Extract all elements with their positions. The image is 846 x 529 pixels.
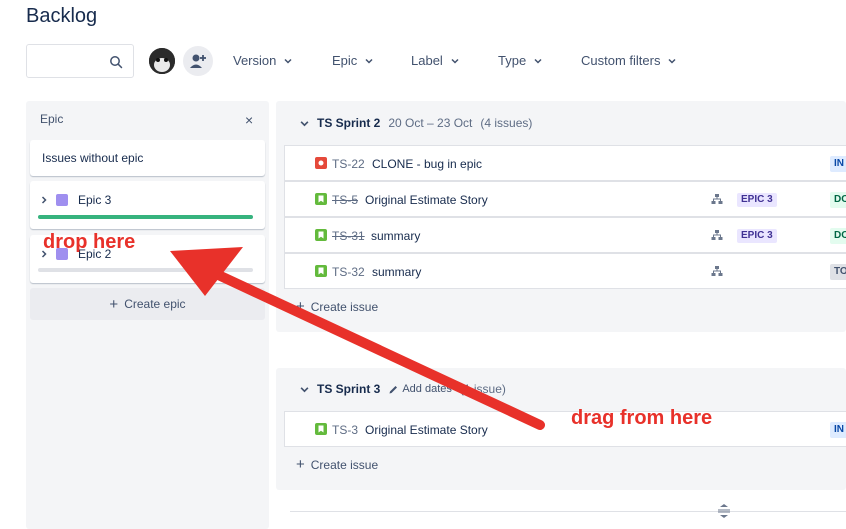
page-title: Backlog bbox=[26, 5, 98, 27]
issue-key[interactable]: TS-31 bbox=[332, 229, 365, 243]
chevron-down-icon bbox=[451, 58, 459, 64]
story-icon bbox=[315, 193, 327, 205]
epic-name: Epic 3 bbox=[78, 193, 112, 207]
divider bbox=[290, 511, 846, 512]
status-badge[interactable]: TO bbox=[830, 264, 846, 280]
sprint-name: TS Sprint 3 bbox=[317, 382, 381, 396]
chevron-down-icon bbox=[668, 58, 676, 64]
sprint-dates: 20 Oct – 23 Oct bbox=[388, 116, 473, 130]
chevron-right-icon[interactable] bbox=[40, 196, 48, 204]
status-badge[interactable]: DO bbox=[830, 192, 846, 208]
add-dates-label: Add dates bbox=[402, 383, 452, 395]
epic-panel-heading: Epic bbox=[40, 112, 64, 126]
issue-summary: summary bbox=[372, 265, 422, 279]
filter-label: Type bbox=[498, 53, 527, 68]
story-icon bbox=[315, 265, 327, 277]
create-epic-label: Create epic bbox=[124, 297, 186, 311]
epic-progress-bar bbox=[38, 215, 253, 219]
epic-lozenge[interactable]: EPIC 3 bbox=[737, 229, 777, 243]
issue-summary: CLONE - bug in epic bbox=[372, 157, 483, 171]
chevron-down-icon bbox=[534, 58, 542, 64]
issue-key[interactable]: TS-22 bbox=[332, 157, 365, 171]
plus-icon: + bbox=[296, 456, 305, 473]
drag-handle-icon[interactable] bbox=[716, 503, 732, 519]
filter-type[interactable]: Type bbox=[498, 53, 542, 68]
issue-summary: summary bbox=[371, 229, 421, 243]
issue-key[interactable]: TS-5 bbox=[332, 193, 358, 207]
close-icon[interactable]: × bbox=[245, 112, 253, 128]
child-issues-icon bbox=[711, 230, 723, 240]
chevron-down-icon[interactable] bbox=[300, 385, 309, 394]
filter-label: Version bbox=[233, 53, 277, 68]
chevron-down-icon bbox=[284, 58, 292, 64]
status-badge[interactable]: DO bbox=[830, 228, 846, 244]
chevron-down-icon[interactable] bbox=[300, 119, 309, 128]
epic-color-swatch bbox=[56, 194, 68, 206]
create-epic-button[interactable]: + Create epic bbox=[30, 288, 265, 320]
issues-without-epic-label: Issues without epic bbox=[42, 151, 144, 165]
cat-avatar-icon bbox=[149, 48, 175, 74]
create-issue-button[interactable]: + Create issue bbox=[296, 456, 378, 473]
issues-without-epic[interactable]: Issues without epic bbox=[30, 140, 265, 176]
table-row[interactable]: TS-32 summary TO bbox=[284, 253, 846, 289]
table-row[interactable]: TS-22 CLONE - bug in epic IN bbox=[284, 145, 846, 181]
search-input[interactable] bbox=[26, 44, 134, 78]
issue-key[interactable]: TS-3 bbox=[332, 423, 358, 437]
filter-custom[interactable]: Custom filters bbox=[581, 53, 676, 68]
story-icon bbox=[315, 423, 327, 435]
issue-summary: Original Estimate Story bbox=[365, 193, 488, 207]
child-issues-icon bbox=[711, 266, 723, 276]
table-row[interactable]: TS-3 Original Estimate Story IN bbox=[284, 411, 846, 447]
bug-icon bbox=[315, 157, 327, 169]
filter-label: Custom filters bbox=[581, 53, 661, 68]
table-row[interactable]: TS-31 summary EPIC 3 DO bbox=[284, 217, 846, 253]
add-dates-button[interactable]: Add dates bbox=[388, 383, 452, 395]
issue-key[interactable]: TS-32 bbox=[332, 265, 365, 279]
sprint-issue-count: (1 issue) bbox=[459, 382, 506, 396]
status-badge[interactable]: IN bbox=[830, 422, 846, 438]
epic-lozenge[interactable]: EPIC 3 bbox=[737, 193, 777, 207]
search-icon bbox=[110, 56, 123, 69]
filter-label: Epic bbox=[332, 53, 358, 68]
filter-epic[interactable]: Epic bbox=[332, 53, 373, 68]
story-icon bbox=[315, 229, 327, 241]
issue-summary: Original Estimate Story bbox=[365, 423, 488, 437]
pencil-icon bbox=[389, 385, 398, 393]
epic-progress-bar bbox=[38, 268, 253, 272]
plus-icon: + bbox=[109, 295, 119, 313]
status-badge[interactable]: IN bbox=[830, 156, 846, 172]
drop-here-annotation: drop here bbox=[43, 231, 136, 253]
chevron-down-icon bbox=[365, 58, 373, 64]
filter-version[interactable]: Version bbox=[233, 53, 292, 68]
add-person-icon bbox=[190, 54, 206, 68]
filter-label: Label bbox=[411, 53, 443, 68]
sprint-header[interactable]: TS Sprint 3 Add dates (1 issue) bbox=[300, 382, 506, 396]
table-row[interactable]: TS-5 Original Estimate Story EPIC 3 DO bbox=[284, 181, 846, 217]
create-issue-label: Create issue bbox=[310, 299, 379, 314]
plus-icon: + bbox=[296, 298, 305, 315]
user-avatar[interactable] bbox=[147, 46, 177, 76]
drag-from-here-annotation: drag from here bbox=[571, 407, 713, 429]
sprint-header[interactable]: TS Sprint 2 20 Oct – 23 Oct (4 issues) bbox=[300, 116, 532, 130]
add-people-button[interactable] bbox=[183, 46, 213, 76]
sprint-name: TS Sprint 2 bbox=[317, 116, 381, 130]
sprint-issue-count: (4 issues) bbox=[480, 116, 533, 130]
epic-panel: Epic × Issues without epic Epic 3 Epic 2… bbox=[26, 101, 269, 529]
filter-label-dropdown[interactable]: Label bbox=[411, 53, 459, 68]
create-issue-label: Create issue bbox=[310, 457, 379, 472]
epic-card-epic-3[interactable]: Epic 3 bbox=[30, 181, 265, 229]
create-issue-button[interactable]: + Create issue bbox=[296, 298, 378, 315]
child-issues-icon bbox=[711, 194, 723, 204]
